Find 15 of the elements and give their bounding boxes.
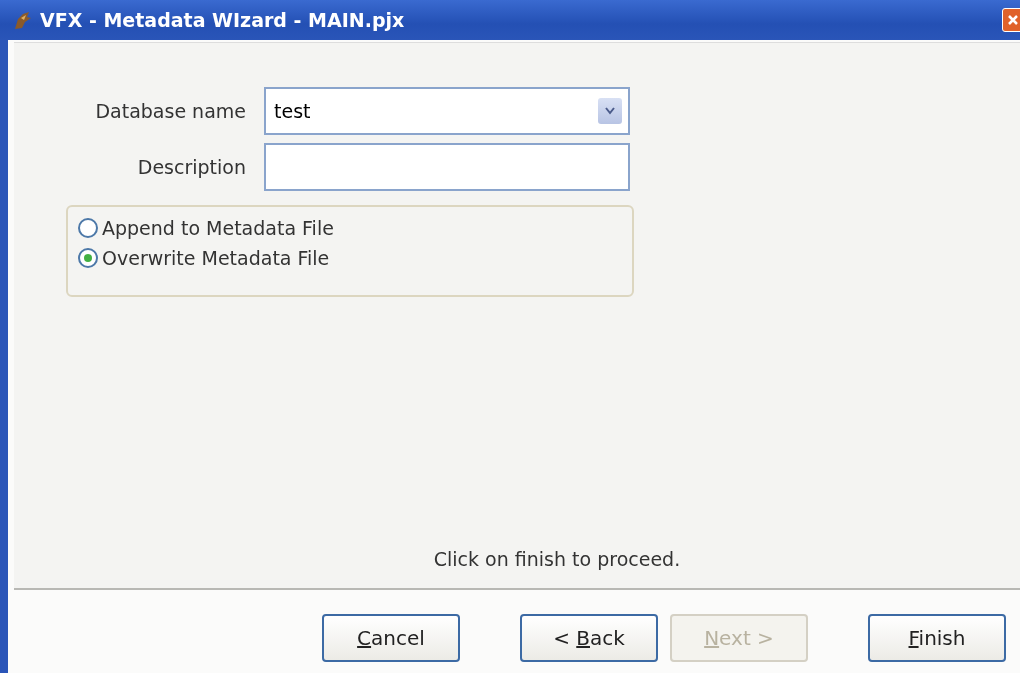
option-label[interactable]: Overwrite Metadata File <box>102 247 330 269</box>
option-label[interactable]: Append to Metadata File <box>102 217 334 239</box>
database-dropdown[interactable]: test <box>264 87 630 135</box>
wizard-button[interactable]: Cancel <box>322 614 460 662</box>
field-label: Database name <box>94 100 247 122</box>
wizard-button[interactable]: < Back <box>520 614 658 662</box>
close-icon[interactable] <box>1007 14 1019 26</box>
instruction-text: Click on finish to proceed. <box>432 548 682 570</box>
description-field[interactable] <box>264 143 630 191</box>
field-label: Description <box>136 156 247 178</box>
radio-button[interactable] <box>78 248 98 268</box>
close-button[interactable] <box>1002 8 1020 32</box>
wizard-button[interactable]: Finish <box>868 614 1006 662</box>
window-title: VFX - Metadata WIzard - MAIN.pjx <box>40 9 405 31</box>
radio-button[interactable] <box>78 218 98 238</box>
